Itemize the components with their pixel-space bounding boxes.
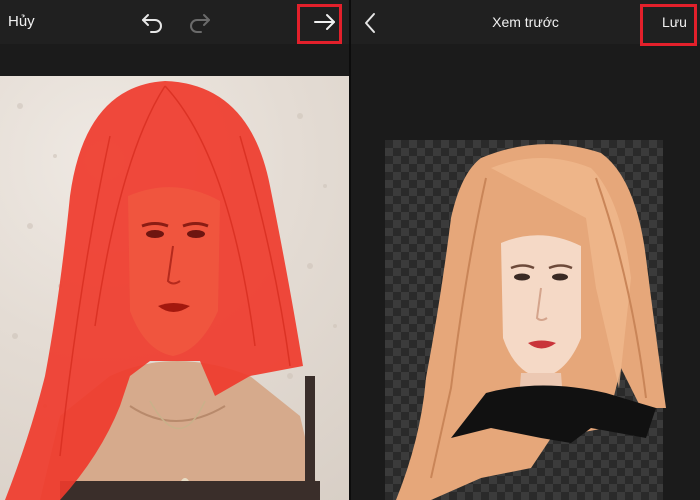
editor-toolbar: Hủy xyxy=(0,0,349,44)
cancel-button[interactable]: Hủy xyxy=(8,12,35,32)
redo-icon[interactable] xyxy=(186,10,212,34)
masked-photo xyxy=(5,81,337,500)
preview-screen: Xem trước Lưu xyxy=(351,0,700,500)
editor-screen: Hủy xyxy=(0,0,349,500)
next-highlight-box xyxy=(297,4,342,44)
save-highlight-box xyxy=(640,4,697,46)
photo-canvas[interactable] xyxy=(0,76,349,500)
undo-icon[interactable] xyxy=(140,10,166,34)
preview-toolbar: Xem trước Lưu xyxy=(351,0,700,46)
cutout-preview xyxy=(396,144,666,500)
